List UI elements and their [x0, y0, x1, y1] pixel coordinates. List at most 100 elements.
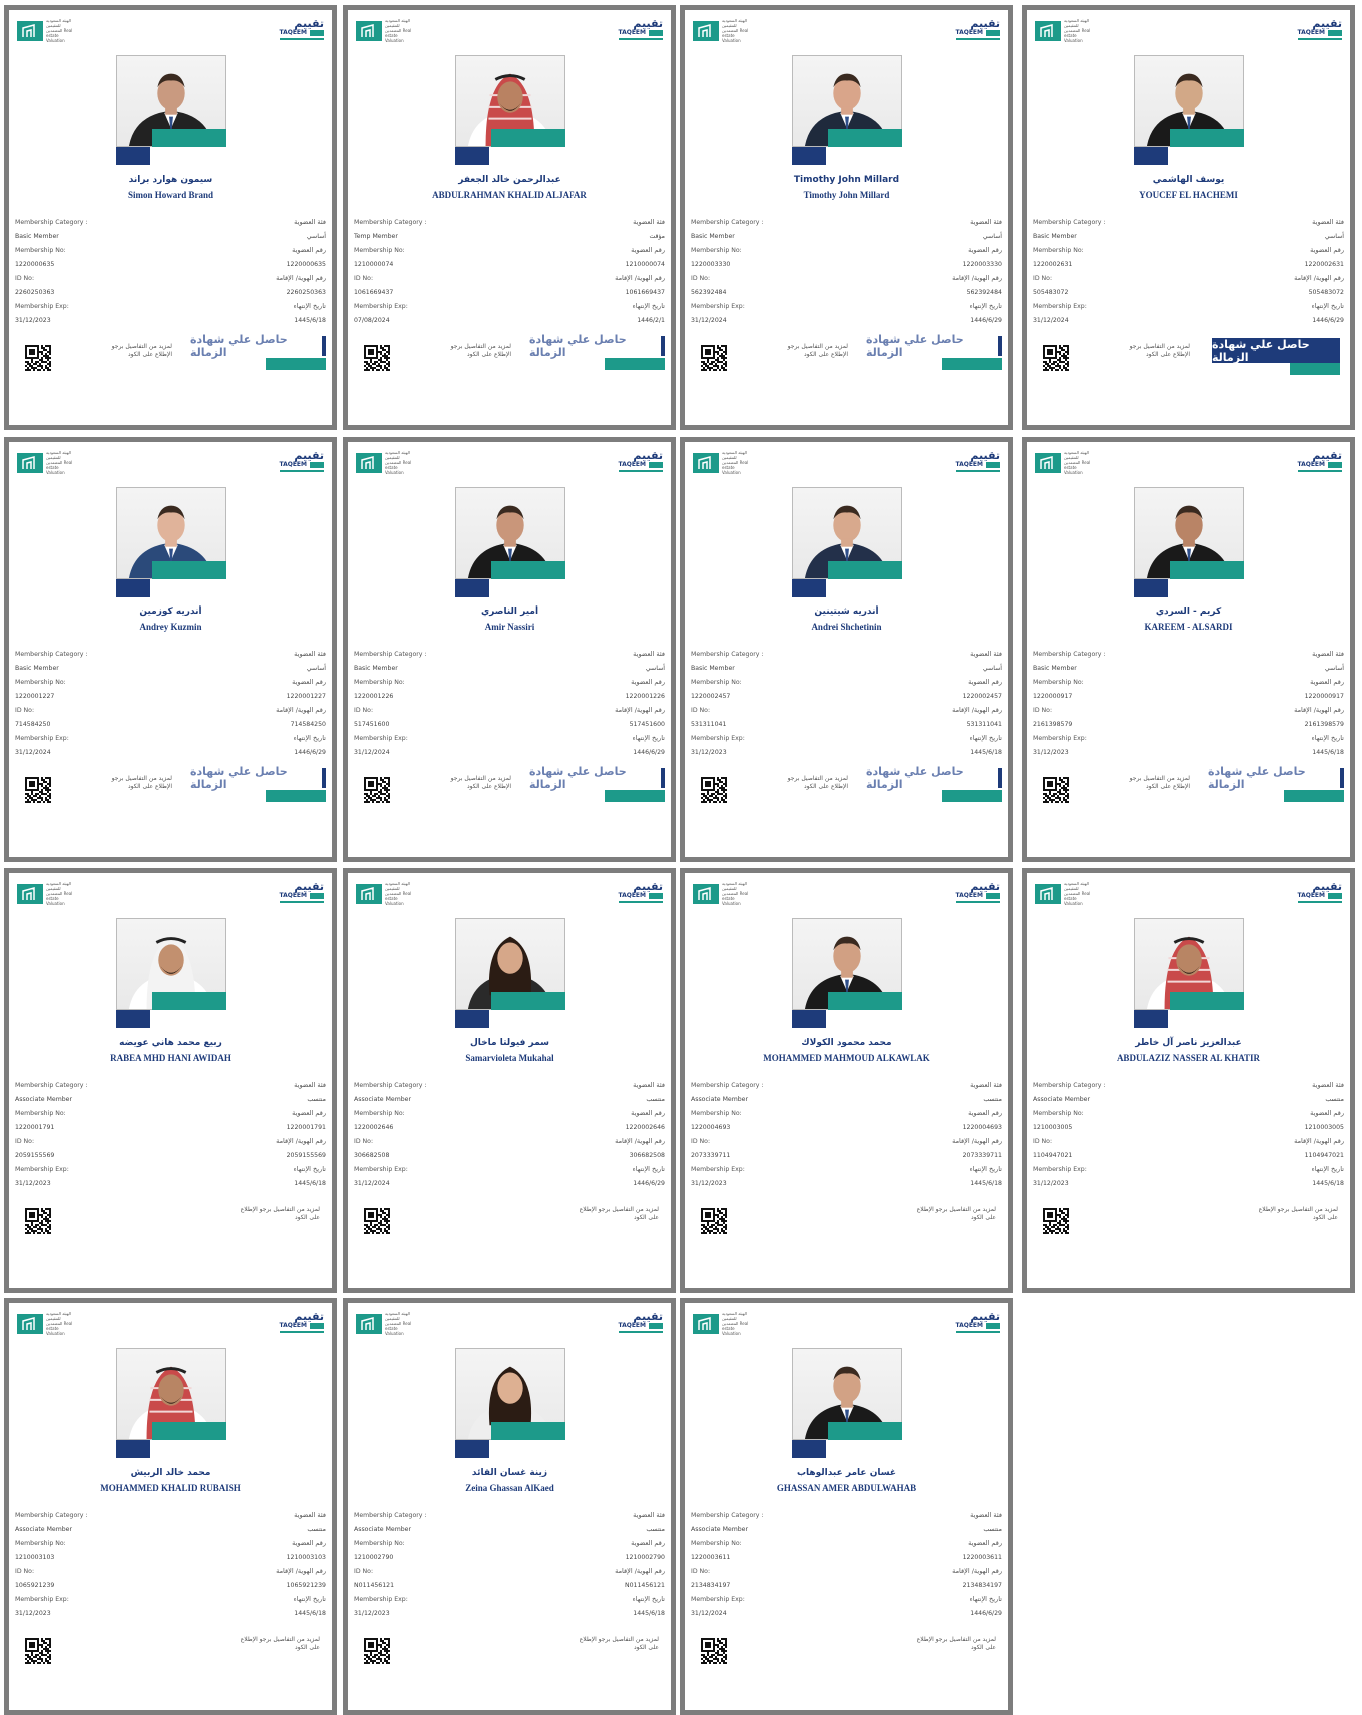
membership-no-value-ar: 1220003611 — [962, 1553, 1002, 1561]
accent-block-teal — [151, 129, 226, 147]
member-details: Membership Category : فئة العضوية Basic Me… — [691, 647, 1002, 759]
membership-exp-value-row: 31/12/2024 1446/6/29 — [15, 745, 326, 759]
id-no-label-en: ID No: — [15, 1567, 35, 1575]
qr-hint-text: لمزيد من التفاصيل برجو الإطلاع على الكود — [450, 343, 511, 358]
qr-code-icon[interactable] — [25, 777, 51, 803]
qr-code-icon[interactable] — [1043, 1208, 1069, 1234]
membership-category-label-en: Membership Category : — [691, 218, 764, 226]
qr-code-icon[interactable] — [701, 345, 727, 371]
membership-no-label-en: Membership No: — [1033, 1109, 1084, 1117]
membership-no-label-ar: رقم العضوية — [631, 246, 665, 254]
taqeem-logo-english: TAQEEM — [618, 29, 663, 36]
qr-code-icon[interactable] — [1043, 777, 1069, 803]
membership-category-label-ar: فئة العضوية — [970, 1081, 1002, 1089]
membership-category-label-en: Membership Category : — [691, 1081, 764, 1089]
member-card: الهيئة السعودية للمقيمين المعتمدين Real … — [1022, 868, 1355, 1293]
membership-no-value-row: 1220003611 1220003611 — [691, 1550, 1002, 1564]
member-name-english: MOHAMMED KHALID RUBAISH — [100, 1483, 241, 1493]
membership-exp-value-ar: 1446/6/29 — [1312, 316, 1344, 324]
id-no-label-row: ID No: رقم الهوية/ الإقامة — [1033, 703, 1344, 717]
logo-underline — [956, 470, 1000, 472]
id-no-value-en: 2073339711 — [691, 1151, 731, 1159]
qr-code-icon[interactable] — [701, 1208, 727, 1234]
building-logo-icon — [1035, 452, 1061, 473]
membership-no-label-row: Membership No: رقم العضوية — [15, 243, 326, 257]
id-no-label-en: ID No: — [15, 706, 35, 714]
membership-no-label-ar: رقم العضوية — [968, 1539, 1002, 1547]
id-no-value-row: 505483072 505483072 — [1033, 285, 1344, 299]
membership-category-value-row: Basic Member أساسي — [691, 229, 1002, 243]
taqeem-logo-english: TAQEEM — [955, 461, 1000, 468]
accent-block-teal — [1169, 992, 1244, 1010]
id-no-value-row: 531311041 531311041 — [691, 717, 1002, 731]
fellowship-badge: حاصل علي شهادة الزمالة — [866, 333, 1002, 359]
authority-logo: الهيئة السعودية للمقيمين المعتمدين Real … — [356, 1311, 415, 1336]
taqeem-logo-arabic: تقييم — [633, 880, 663, 893]
authority-logo: الهيئة السعودية للمقيمين المعتمدين Real … — [693, 18, 752, 43]
id-no-value-row: 2073339711 2073339711 — [691, 1148, 1002, 1162]
membership-category-label-row: Membership Category : فئة العضوية — [15, 647, 326, 661]
taqeem-logo-english: TAQEEM — [1297, 461, 1342, 468]
qr-code-icon[interactable] — [701, 1638, 727, 1664]
membership-no-value-ar: 1210000074 — [625, 260, 665, 268]
qr-code-icon[interactable] — [25, 1208, 51, 1234]
member-card: الهيئة السعودية للمقيمين المعتمدين Real … — [343, 437, 676, 862]
membership-no-value-en: 1210003005 — [1033, 1123, 1073, 1131]
taqeem-logo-english-text: TAQEEM — [955, 461, 983, 468]
membership-category-label-row: Membership Category : فئة العضوية — [354, 1508, 665, 1522]
qr-code-icon[interactable] — [25, 345, 51, 371]
membership-exp-value-en: 31/12/2023 — [15, 1179, 51, 1187]
id-no-label-row: ID No: رقم الهوية/ الإقامة — [15, 703, 326, 717]
authority-logo: الهيئة السعودية للمقيمين المعتمدين Real … — [1035, 18, 1094, 43]
membership-exp-value-en: 31/12/2024 — [354, 748, 390, 756]
member-name-english: Andrei Shchetinin — [811, 622, 882, 632]
membership-no-label-en: Membership No: — [691, 246, 742, 254]
qr-code-icon[interactable] — [364, 345, 390, 371]
membership-exp-value-row: 31/12/2023 1445/6/18 — [15, 313, 326, 327]
member-name-english: KAREEM - ALSARDI — [1144, 622, 1233, 632]
fellowship-badge: حاصل علي شهادة الزمالة — [529, 765, 665, 791]
member-name-arabic: أندريه شيتينين — [814, 607, 879, 617]
qr-code-icon[interactable] — [364, 1638, 390, 1664]
building-logo-icon — [693, 20, 719, 41]
qr-hint-text: لمزيد من التفاصيل برجو الإطلاع على الكود — [240, 1636, 320, 1651]
qr-code-icon[interactable] — [701, 777, 727, 803]
id-no-value-row: 2059155569 2059155569 — [15, 1148, 326, 1162]
logo-underline — [956, 38, 1000, 40]
membership-no-label-ar: رقم العضوية — [631, 1539, 665, 1547]
taqeem-logo-arabic: تقييم — [633, 17, 663, 30]
building-logo-icon — [1035, 883, 1061, 904]
badge-bar — [1340, 768, 1344, 788]
membership-category-label-row: Membership Category : فئة العضوية — [691, 215, 1002, 229]
membership-exp-value-ar: 1446/6/29 — [970, 1609, 1002, 1617]
membership-no-value-en: 1220001227 — [15, 692, 55, 700]
membership-exp-label-row: Membership Exp: تاريخ الإنتهاء — [15, 1592, 326, 1606]
membership-no-value-en: 1220002457 — [691, 692, 731, 700]
taqeem-mark-icon — [1328, 892, 1342, 899]
membership-no-value-ar: 1220001226 — [625, 692, 665, 700]
logo-underline — [619, 901, 663, 903]
accent-block-teal — [1169, 561, 1244, 579]
membership-category-value-en: Associate Member — [1033, 1095, 1091, 1103]
membership-category-label-row: Membership Category : فئة العضوية — [354, 647, 665, 661]
logo-underline — [619, 38, 663, 40]
membership-no-label-en: Membership No: — [15, 1109, 66, 1117]
membership-category-value-row: Associate Member منتسب — [354, 1522, 665, 1536]
taqeem-mark-icon — [649, 892, 663, 899]
taqeem-mark-icon — [986, 892, 1000, 899]
qr-code-icon[interactable] — [1043, 345, 1069, 371]
logo-caption: الهيئة السعودية للمقيمين المعتمدين Real … — [722, 450, 749, 475]
membership-exp-label-ar: تاريخ الإنتهاء — [632, 1595, 665, 1603]
qr-code-icon[interactable] — [364, 1208, 390, 1234]
accent-block-navy — [454, 1440, 489, 1458]
building-logo-icon — [356, 20, 382, 41]
qr-code-icon[interactable] — [25, 1638, 51, 1664]
id-no-value-row: 306682508 306682508 — [354, 1148, 665, 1162]
membership-exp-value-row: 31/12/2023 1445/6/18 — [15, 1606, 326, 1620]
authority-logo: الهيئة السعودية للمقيمين المعتمدين Real … — [17, 1311, 76, 1336]
membership-exp-label-ar: تاريخ الإنتهاء — [1311, 1165, 1344, 1173]
membership-exp-value-row: 31/12/2024 1446/6/29 — [354, 1176, 665, 1190]
logo-underline — [280, 38, 324, 40]
qr-code-icon[interactable] — [364, 777, 390, 803]
membership-category-value-ar: أساسي — [982, 232, 1002, 240]
